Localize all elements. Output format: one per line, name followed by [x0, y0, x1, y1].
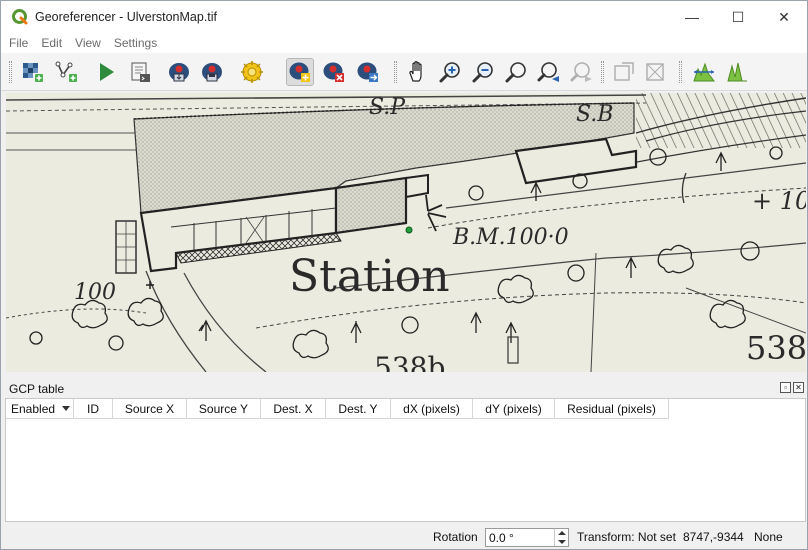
column-header-dx[interactable]: dX (pixels): [391, 399, 473, 419]
toolbar: [1, 53, 807, 91]
map-label-sp: S.P: [369, 95, 406, 120]
dock-close-button[interactable]: ✕: [793, 382, 804, 393]
column-header-id[interactable]: ID: [74, 399, 113, 419]
maximize-button[interactable]: ☐: [715, 1, 761, 33]
close-icon: ✕: [778, 8, 790, 25]
spin-up-icon[interactable]: [557, 531, 566, 536]
zoom-next-icon: [570, 62, 592, 82]
rotation-spinbox[interactable]: 0.0 °: [485, 528, 569, 547]
column-header-dest-x[interactable]: Dest. X: [261, 399, 326, 419]
move-gcp-point-button[interactable]: [354, 58, 382, 86]
move-gcp-point-icon: [357, 62, 378, 82]
map-label-plus-right: + 10: [752, 187, 806, 215]
zoom-next-button[interactable]: [568, 58, 596, 86]
crs-status[interactable]: None: [754, 530, 783, 544]
toolbar-separator-3: [679, 61, 682, 83]
start-georeferencing-icon: [100, 63, 114, 81]
status-bar: Rotation 0.0 ° Transform: Not set 8747,-…: [1, 525, 807, 549]
gcp-dock-titlebar: GCP table ▫ ✕: [1, 379, 807, 398]
toolbar-grip[interactable]: [9, 61, 12, 83]
minimize-button[interactable]: —: [669, 1, 715, 33]
map-canvas[interactable]: S.P S.B B.M.100·0 Station 100 + 10 538b …: [6, 93, 806, 372]
map-label-sb: S.B: [576, 102, 614, 127]
link-georeferencer-to-qgis-button[interactable]: [610, 58, 638, 86]
local-histogram-stretch-button[interactable]: [723, 58, 751, 86]
open-gcp-points-icon: [55, 61, 77, 82]
delete-point-button[interactable]: [320, 58, 348, 86]
title-bar: Georeferencer - UlverstonMap.tif — ☐ ✕: [1, 1, 807, 33]
zoom-in-icon: [439, 62, 460, 83]
column-header-source-x[interactable]: Source X: [113, 399, 187, 419]
open-raster-icon: [23, 63, 43, 82]
open-raster-button[interactable]: [19, 58, 47, 86]
zoom-in-button[interactable]: [436, 58, 464, 86]
add-point-button[interactable]: [286, 58, 314, 86]
qgis-logo-icon: [12, 9, 28, 25]
transformation-settings-icon: [241, 61, 263, 83]
coordinates-readout: 8747,-9344: [683, 530, 744, 544]
save-gcp-points-button[interactable]: [198, 58, 226, 86]
generate-gdal-script-button[interactable]: [126, 58, 154, 86]
full-histogram-stretch-button[interactable]: [690, 58, 718, 86]
column-header-enabled[interactable]: Enabled: [6, 399, 74, 419]
open-gcp-points-button[interactable]: [53, 58, 81, 86]
close-button[interactable]: ✕: [761, 1, 807, 33]
minimize-icon: —: [685, 9, 699, 25]
full-histogram-stretch-icon: [693, 62, 715, 82]
zoom-to-layer-icon: [505, 62, 526, 83]
delete-point-icon: [323, 62, 344, 82]
dock-float-button[interactable]: ▫: [780, 382, 791, 393]
menu-settings[interactable]: Settings: [114, 36, 157, 50]
map-label-538b: 538b: [374, 351, 446, 372]
menu-edit[interactable]: Edit: [41, 36, 62, 50]
toolbar-separator-2: [601, 61, 604, 83]
transformation-settings-button[interactable]: [238, 58, 266, 86]
gcp-point-marker[interactable]: [405, 226, 413, 234]
pan-button[interactable]: [403, 58, 431, 86]
column-header-dy[interactable]: dY (pixels): [473, 399, 555, 419]
gcp-table-header: Enabled ID Source X Source Y Dest. X Des…: [6, 399, 669, 419]
close-icon: ✕: [795, 383, 802, 392]
link-georeferencer-to-qgis-icon: [614, 62, 634, 81]
zoom-out-icon: [472, 62, 493, 83]
save-gcp-points-icon: [202, 63, 222, 82]
link-qgis-to-georeferencer-button[interactable]: [641, 58, 669, 86]
map-label-station: Station: [289, 251, 450, 302]
window-title: Georeferencer - UlverstonMap.tif: [35, 10, 218, 24]
load-gcp-points-icon: [169, 63, 189, 82]
zoom-last-icon: [537, 62, 559, 82]
gcp-table-title: GCP table: [9, 381, 65, 396]
rotation-label: Rotation: [433, 530, 478, 544]
rotation-stepper[interactable]: [554, 529, 568, 546]
column-header-residual[interactable]: Residual (pixels): [555, 399, 669, 419]
local-histogram-stretch-icon: [727, 62, 747, 82]
column-header-source-y[interactable]: Source Y: [187, 399, 261, 419]
map-label-538: 538: [746, 329, 806, 367]
menu-bar: File Edit View Settings: [1, 33, 807, 53]
link-qgis-to-georeferencer-icon: [646, 63, 664, 81]
column-header-dest-y[interactable]: Dest. Y: [326, 399, 391, 419]
map-label-benchmark: B.M.100·0: [453, 225, 569, 250]
toolbar-separator: [394, 61, 397, 83]
maximize-icon: ☐: [731, 8, 745, 25]
transform-status: Transform: Not set: [577, 530, 676, 544]
menu-view[interactable]: View: [75, 36, 101, 50]
gcp-table[interactable]: Enabled ID Source X Source Y Dest. X Des…: [5, 398, 806, 522]
map-label-height: 100: [74, 280, 116, 305]
scanned-map-raster: [6, 93, 806, 372]
float-icon: ▫: [784, 383, 787, 392]
zoom-out-button[interactable]: [469, 58, 497, 86]
add-point-icon: [289, 62, 310, 82]
spin-down-icon[interactable]: [557, 539, 566, 544]
georeferencer-window: Georeferencer - UlverstonMap.tif — ☐ ✕ F…: [0, 0, 808, 550]
pan-icon: [409, 61, 422, 82]
menu-file[interactable]: File: [9, 36, 28, 50]
rotation-value[interactable]: 0.0 °: [489, 531, 554, 545]
load-gcp-points-button[interactable]: [165, 58, 193, 86]
sort-indicator-icon: [62, 406, 70, 411]
zoom-to-layer-button[interactable]: [502, 58, 530, 86]
zoom-last-button[interactable]: [535, 58, 563, 86]
generate-gdal-script-icon: [131, 62, 150, 82]
start-georeferencing-button[interactable]: [92, 58, 120, 86]
